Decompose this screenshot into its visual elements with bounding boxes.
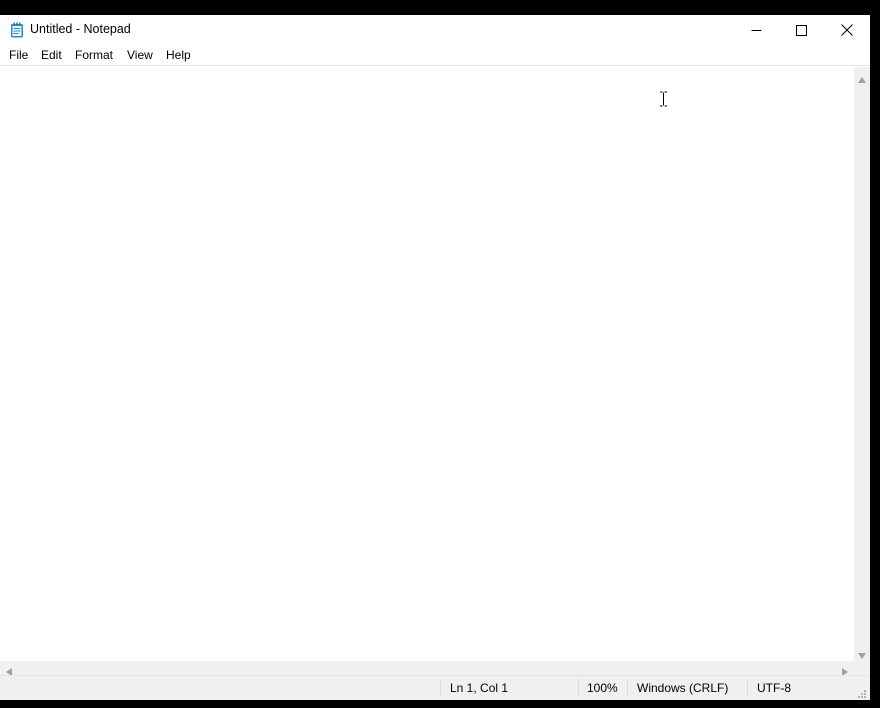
status-divider [627, 679, 628, 697]
horizontal-scrollbar[interactable] [0, 661, 854, 676]
menu-bar: File Edit Format View Help [0, 45, 870, 65]
vertical-scrollbar[interactable] [854, 67, 870, 661]
scrollbar-corner [854, 661, 870, 676]
minimize-icon [751, 25, 762, 36]
editor-frame [0, 65, 870, 676]
notepad-window: Untitled - Notepad File Edit Format View… [0, 15, 870, 700]
close-button[interactable] [824, 15, 870, 45]
status-divider [747, 679, 748, 697]
status-divider [578, 679, 579, 697]
scroll-up-arrow-icon[interactable] [858, 72, 866, 86]
maximize-button[interactable] [778, 15, 824, 45]
scroll-down-arrow-icon[interactable] [858, 648, 866, 662]
menu-file[interactable]: File [8, 47, 29, 63]
menu-view[interactable]: View [126, 47, 154, 63]
status-zoom: 100% [587, 681, 618, 695]
i-beam-cursor-icon [659, 90, 668, 110]
status-encoding: UTF-8 [757, 681, 791, 695]
menu-format[interactable]: Format [74, 47, 114, 63]
close-icon [841, 24, 853, 36]
notepad-icon [10, 22, 24, 38]
resize-grip-icon[interactable] [857, 688, 867, 700]
text-editor[interactable] [1, 67, 854, 661]
status-cursor-position: Ln 1, Col 1 [450, 681, 509, 695]
menu-edit[interactable]: Edit [40, 47, 63, 63]
window-title: Untitled - Notepad [30, 22, 131, 36]
maximize-icon [795, 24, 807, 36]
title-bar[interactable]: Untitled - Notepad [0, 15, 870, 45]
status-divider [440, 679, 441, 697]
menu-help[interactable]: Help [165, 47, 192, 63]
minimize-button[interactable] [733, 15, 779, 45]
status-line-ending: Windows (CRLF) [637, 681, 729, 695]
status-bar: Ln 1, Col 1 100% Windows (CRLF) UTF-8 [0, 675, 870, 700]
